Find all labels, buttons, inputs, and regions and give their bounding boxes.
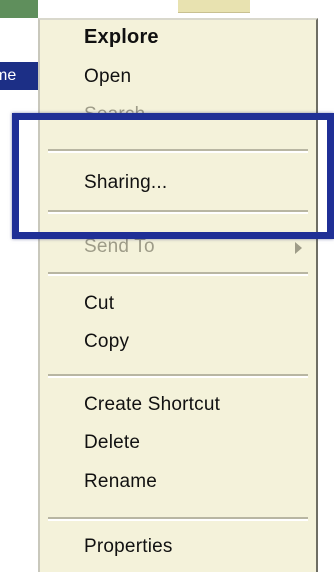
menu-separator — [48, 374, 308, 378]
menu-item-explore[interactable]: Explore — [84, 26, 159, 49]
submenu-arrow-icon — [295, 242, 302, 254]
menu-item-open[interactable]: Open — [84, 66, 131, 88]
menu-item-create-shortcut[interactable]: Create Shortcut — [84, 394, 220, 416]
menu-item-properties[interactable]: Properties — [84, 536, 173, 558]
menu-item-sharing[interactable]: Sharing... — [84, 172, 167, 194]
menu-item-send-to[interactable]: Send To — [84, 236, 155, 258]
context-menu: Explore Open Search... Sharing... Send T… — [38, 18, 318, 572]
desktop-icon-fragment — [178, 0, 250, 13]
menu-item-rename[interactable]: Rename — [84, 471, 157, 493]
menu-item-delete[interactable]: Delete — [84, 432, 140, 454]
menu-separator — [48, 210, 308, 214]
menu-item-cut[interactable]: Cut — [84, 293, 114, 315]
menu-item-copy[interactable]: Copy — [84, 331, 129, 353]
menu-separator — [48, 149, 308, 153]
menu-separator — [48, 517, 308, 521]
menu-separator — [48, 272, 308, 276]
selected-desktop-item-label: me — [0, 67, 17, 84]
desktop-background-fragment — [0, 0, 38, 18]
menu-item-search[interactable]: Search... — [84, 104, 162, 126]
screen: me Explore Open Search... Sharing... Sen… — [0, 0, 334, 572]
